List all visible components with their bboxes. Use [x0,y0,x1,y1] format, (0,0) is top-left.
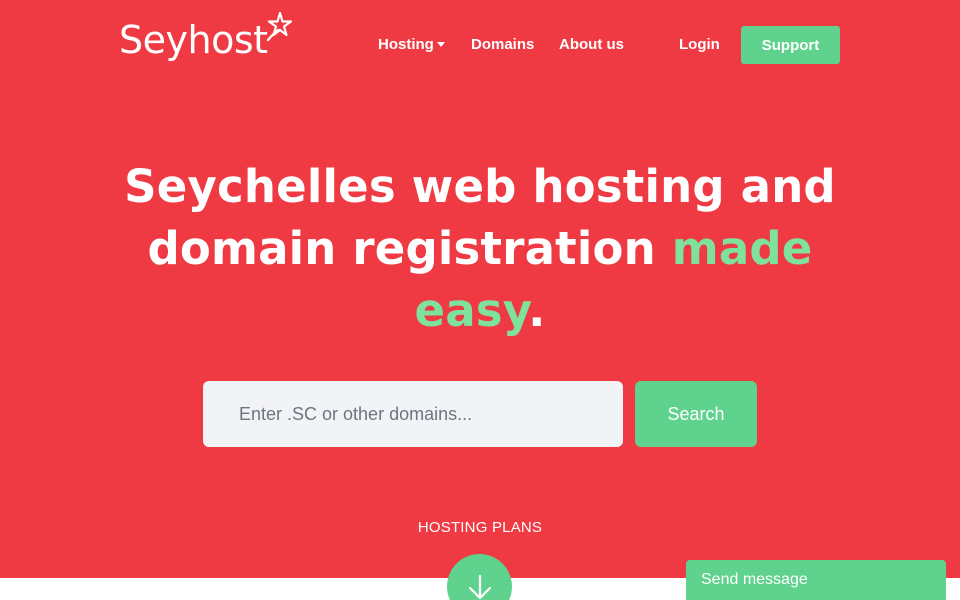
nav-hosting-label: Hosting [378,36,434,53]
domain-search-input[interactable] [203,381,623,447]
headline-line-2: domain registration [147,222,656,275]
hero-section: Seyhost Hosting Domains About us Login S… [0,0,960,578]
support-button[interactable]: Support [741,26,840,64]
caret-down-icon [436,41,445,47]
headline-line-1: Seychelles web hosting and [124,160,836,213]
top-navbar: Seyhost Hosting Domains About us Login S… [0,0,960,90]
nav-about-us[interactable]: About us [559,36,624,53]
nav-domains[interactable]: Domains [471,36,534,53]
headline-accent-made: made [671,222,813,275]
search-button[interactable]: Search [635,381,757,447]
send-message-chat-widget[interactable]: Send message [686,560,946,600]
arrow-down-icon [468,574,491,599]
hero-headline: Seychelles web hosting and domain regist… [80,156,880,342]
brand-name: Seyhost [119,18,268,62]
hosting-plans-label: HOSTING PLANS [417,519,543,536]
star-icon [266,12,292,42]
login-link[interactable]: Login [679,36,720,53]
brand-logo[interactable]: Seyhost [119,12,292,62]
nav-hosting[interactable]: Hosting [378,36,445,53]
headline-period: . [528,284,546,337]
headline-accent-easy: easy [414,284,529,337]
